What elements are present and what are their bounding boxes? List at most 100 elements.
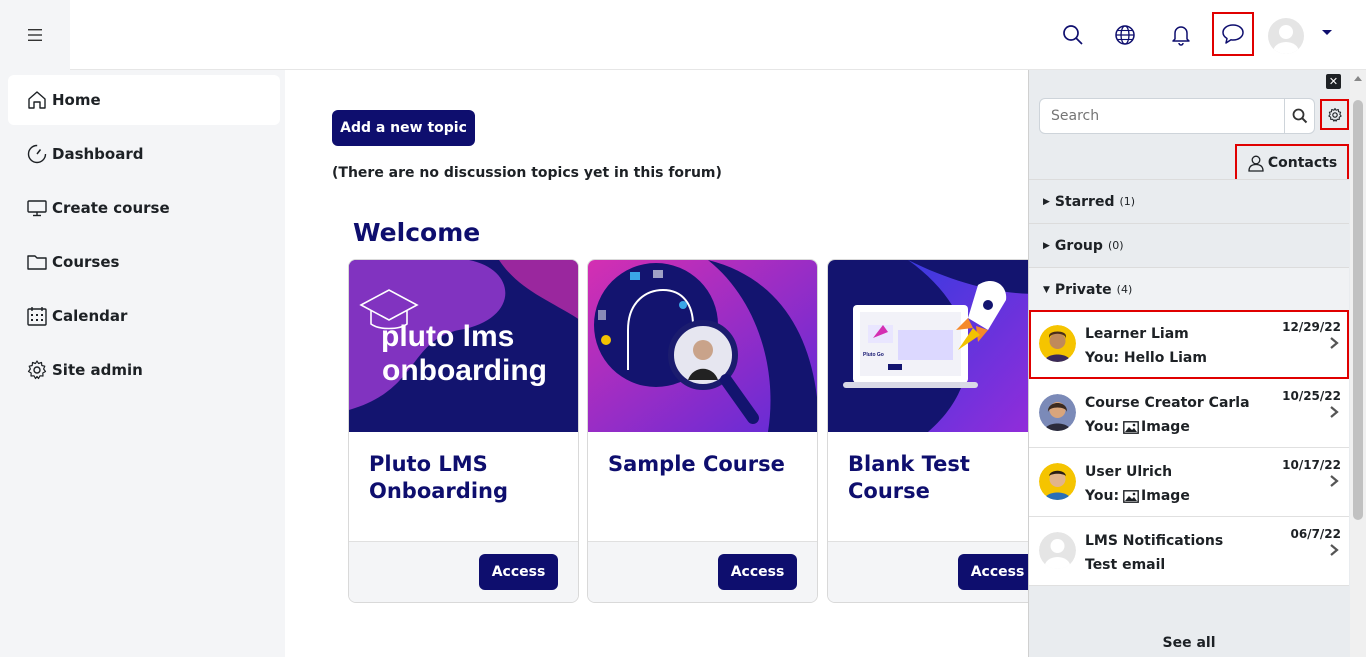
sidebar-item-site-admin[interactable]: Site admin [8, 345, 280, 395]
preview-prefix: You: [1085, 488, 1120, 504]
chevron-right-icon [1330, 544, 1339, 556]
scrollbar-thumb[interactable] [1353, 100, 1363, 520]
sidebar-item-dashboard[interactable]: Dashboard [8, 129, 280, 179]
course-card-pluto-onboarding[interactable]: pluto lms onboarding Pluto LMS Onboardin… [348, 259, 579, 603]
gear-icon [27, 360, 47, 380]
sidebar-item-label: Create course [52, 199, 170, 217]
search-icon[interactable] [1292, 108, 1308, 124]
caret-down-icon[interactable] [1322, 30, 1332, 35]
avatar[interactable] [1268, 18, 1304, 54]
scrollbar[interactable] [1350, 70, 1366, 657]
conversation-preview: Test email [1085, 557, 1166, 573]
welcome-heading: Welcome [353, 218, 481, 247]
card-footer: Access [588, 541, 817, 602]
course-image[interactable]: Pluto Go [828, 260, 1028, 432]
user-avatar[interactable] [1268, 18, 1304, 54]
access-button[interactable]: Access [718, 554, 797, 590]
sidebar-item-courses[interactable]: Courses [8, 237, 280, 287]
avatar [1039, 394, 1076, 431]
sidebar-item-label: Site admin [52, 361, 143, 379]
close-drawer-icon[interactable]: ✕ [1326, 74, 1341, 89]
folder-icon [27, 255, 47, 270]
main-content: Add a new topic (There are no discussion… [285, 70, 1028, 657]
caret-right-icon: ▶ [1043, 196, 1050, 207]
course-title[interactable]: Blank Test Course [848, 451, 1028, 505]
section-private[interactable]: ▼ Private (4) [1029, 267, 1349, 311]
gear-icon[interactable] [1327, 107, 1343, 123]
notifications-button[interactable] [1164, 18, 1198, 52]
section-starred[interactable]: ▶ Starred (1) [1029, 179, 1349, 223]
chevron-right-icon [1330, 475, 1339, 487]
sidebar: Home Dashboard Create course Courses Cal… [0, 70, 285, 657]
hamburger-icon[interactable] [27, 28, 43, 42]
message-search-input[interactable] [1039, 98, 1285, 134]
chevron-right-icon [1330, 337, 1339, 349]
section-label: Private [1054, 281, 1112, 298]
course-image[interactable]: pluto lms onboarding [349, 260, 578, 432]
access-button[interactable]: Access [958, 554, 1028, 590]
conversation-name: User Ulrich [1085, 464, 1173, 480]
message-settings-button[interactable] [1320, 99, 1349, 130]
add-topic-button[interactable]: Add a new topic [332, 110, 475, 146]
menu-button[interactable] [0, 0, 70, 70]
sidebar-item-home[interactable]: Home [8, 75, 280, 125]
contacts-label: Contacts [1267, 154, 1338, 171]
conversation-name: Learner Liam [1085, 326, 1189, 342]
preview-prefix: You: [1085, 419, 1120, 435]
preview-suffix: Image [1141, 488, 1190, 504]
user-icon [1248, 155, 1264, 172]
section-label: Starred [1054, 193, 1115, 210]
course-image[interactable] [588, 260, 817, 432]
card-image-text-line1: pluto lms [381, 320, 514, 353]
sidebar-item-label: Calendar [52, 307, 128, 325]
scroll-up-arrow-icon[interactable] [1354, 76, 1362, 81]
conversation-date: 10/17/22 [1282, 458, 1341, 472]
card-footer: Access [828, 541, 1028, 602]
caret-down-icon: ▼ [1043, 284, 1050, 295]
messages-button[interactable] [1212, 12, 1254, 56]
message-drawer: ✕ Contacts ▶ Starred (1) ▶ Group (0) [1028, 70, 1350, 657]
gauge-icon [27, 144, 47, 164]
bell-icon[interactable] [1171, 24, 1191, 46]
card-image-text-line2: onboarding [382, 354, 547, 387]
conversation-name: Course Creator Carla [1085, 395, 1250, 411]
conversation-item[interactable]: Course Creator Carla You: Image 10/25/22 [1029, 379, 1349, 448]
monitor-icon [27, 200, 47, 217]
sidebar-item-create-course[interactable]: Create course [8, 183, 280, 233]
language-button[interactable] [1108, 18, 1142, 52]
conversation-name: LMS Notifications [1085, 533, 1224, 549]
sidebar-item-label: Home [52, 91, 101, 109]
course-title[interactable]: Pluto LMS Onboarding [369, 451, 569, 505]
conversation-date: 06/7/22 [1290, 527, 1341, 541]
course-card-blank-test[interactable]: Pluto Go Blank Test Course Access [827, 259, 1028, 603]
see-all-link[interactable]: See all [1029, 635, 1349, 651]
course-card-sample-course[interactable]: Sample Course Access [587, 259, 818, 603]
message-search-button[interactable] [1284, 98, 1315, 134]
section-count: (0) [1107, 239, 1124, 252]
private-conversation-list: Learner Liam You: Hello Liam 12/29/22 Co… [1029, 310, 1349, 586]
chat-icon[interactable] [1221, 23, 1245, 45]
section-count: (1) [1119, 195, 1136, 208]
conversation-item[interactable]: User Ulrich You: Image 10/17/22 [1029, 448, 1349, 517]
search-button[interactable] [1056, 18, 1090, 52]
conversation-item[interactable]: LMS Notifications Test email 06/7/22 [1029, 517, 1349, 586]
avatar [1039, 325, 1076, 362]
conversation-preview: You: Image [1085, 488, 1190, 504]
image-icon [1123, 420, 1139, 434]
top-navbar [0, 0, 1366, 70]
access-button[interactable]: Access [479, 554, 558, 590]
conversation-date: 12/29/22 [1282, 320, 1341, 334]
sidebar-item-calendar[interactable]: Calendar [8, 291, 280, 341]
conversation-item[interactable]: Learner Liam You: Hello Liam 12/29/22 [1029, 310, 1349, 379]
contacts-link[interactable]: Contacts [1235, 144, 1349, 181]
card-footer: Access [349, 541, 578, 602]
section-group[interactable]: ▶ Group (0) [1029, 223, 1349, 267]
conversation-date: 10/25/22 [1282, 389, 1341, 403]
search-icon[interactable] [1062, 24, 1084, 46]
section-count: (4) [1116, 283, 1133, 296]
globe-icon[interactable] [1114, 24, 1136, 46]
course-title[interactable]: Sample Course [608, 451, 808, 478]
sidebar-item-label: Courses [52, 253, 120, 271]
conversation-preview: You: Image [1085, 419, 1190, 435]
message-search [1039, 98, 1315, 134]
